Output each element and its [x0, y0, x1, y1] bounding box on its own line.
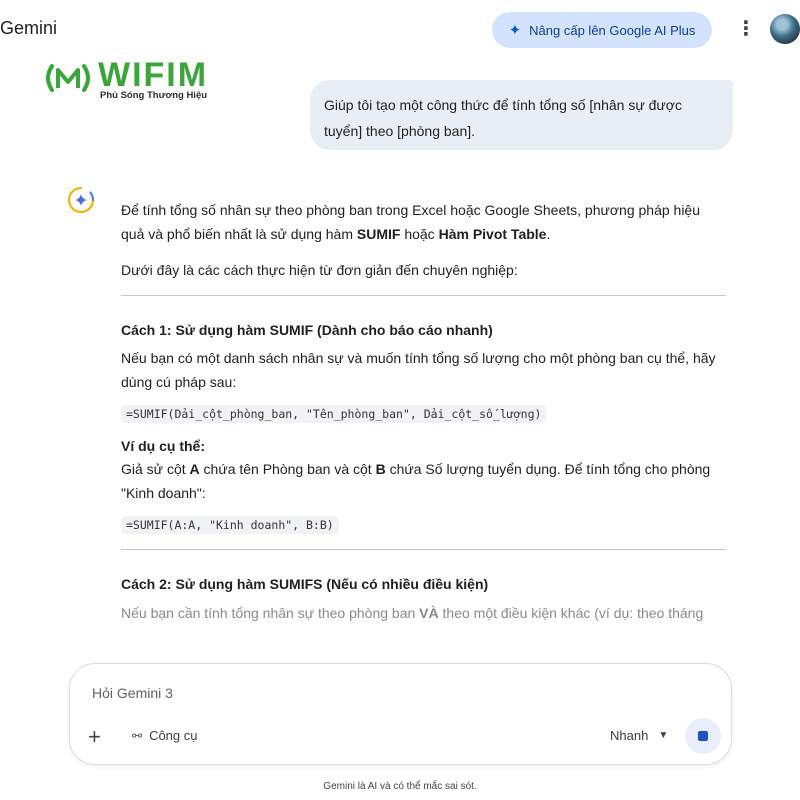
sparkle-icon: ✦	[508, 22, 522, 39]
intro-bold-pivot: Hàm Pivot Table	[438, 226, 547, 242]
disclaimer: Gemini là AI và có thể mắc sai sót.	[323, 781, 477, 792]
method1-heading: Cách 1: Sử dụng hàm SUMIF (Dành cho báo …	[121, 322, 493, 338]
gemini-spark-icon	[67, 186, 95, 214]
response-intro: Để tính tổng số nhân sự theo phòng ban t…	[121, 198, 726, 246]
method1-code-row: =SUMIF(Dải_cột_phòng_ban, "Tên_phòng_ban…	[121, 405, 726, 423]
prompt-composer[interactable]: Hỏi Gemini 3 + ⚯ Công cụ Nhanh ▼	[69, 663, 732, 765]
top-bar: Gemini ✦ Nâng cấp lên Google AI Plus ⋮	[0, 0, 800, 58]
method2-text-2: theo một điều kiện khác (ví dụ: theo thá…	[438, 605, 704, 621]
response-lead: Dưới đây là các cách thực hiện từ đơn gi…	[121, 262, 518, 278]
more-options-icon[interactable]: ⋮	[736, 18, 756, 42]
stop-button[interactable]	[685, 718, 721, 754]
assistant-response: Để tính tổng số nhân sự theo phòng ban t…	[121, 198, 726, 625]
example-code-row: =SUMIF(A:A, "Kinh doanh", B:B)	[121, 516, 726, 534]
logo-mark-icon	[46, 64, 90, 92]
example-col-b: B	[375, 461, 386, 477]
brand-logo: WIFIM Phủ Sóng Thương Hiệu	[44, 56, 254, 104]
user-message-bubble: Giúp tôi tạo một công thức để tính tổng …	[310, 80, 733, 150]
method1-text: Nếu bạn có một danh sách nhân sự và muốn…	[121, 350, 716, 390]
model-speed-selector[interactable]: Nhanh ▼	[610, 728, 668, 743]
prompt-input[interactable]: Hỏi Gemini 3	[92, 685, 173, 701]
app-title[interactable]: Gemini	[0, 18, 57, 39]
tools-icon: ⚯	[132, 728, 143, 743]
intro-mid: hoặc	[400, 226, 439, 242]
example-text-2: chứa tên Phòng ban và cột	[199, 461, 376, 477]
chevron-down-icon: ▼	[658, 730, 669, 741]
example-text: Giả sử cột A chứa tên Phòng ban và cột B…	[121, 457, 726, 505]
method2-heading: Cách 2: Sử dụng hàm SUMIFS (Nếu có nhiều…	[121, 576, 489, 592]
avatar[interactable]	[770, 14, 800, 44]
divider	[121, 549, 726, 550]
upgrade-label: Nâng cấp lên Google AI Plus	[529, 22, 696, 38]
intro-bold-sumif: SUMIF	[356, 226, 401, 242]
method2-text-1: Nếu bạn cần tính tổng nhân sự theo phòng…	[121, 605, 420, 621]
example-heading: Ví dụ cụ thể:	[121, 438, 205, 454]
method2-text: Nếu bạn cần tính tổng nhân sự theo phòng…	[121, 601, 726, 625]
tools-label: Công cụ	[149, 728, 198, 743]
upgrade-button[interactable]: ✦ Nâng cấp lên Google AI Plus	[492, 12, 712, 48]
add-icon[interactable]: +	[88, 724, 101, 750]
user-message-text: Giúp tôi tạo một công thức để tính tổng …	[324, 97, 682, 139]
speed-label: Nhanh	[610, 728, 649, 743]
intro-end: .	[546, 226, 551, 242]
example-col-a: A	[189, 461, 200, 477]
example-text-1: Giả sử cột	[121, 461, 190, 477]
stop-icon	[698, 731, 708, 741]
example-code[interactable]: =SUMIF(A:A, "Kinh doanh", B:B)	[121, 516, 339, 534]
method2-bold: VÀ	[419, 605, 439, 621]
logo-tagline: Phủ Sóng Thương Hiệu	[100, 90, 208, 101]
method1-code[interactable]: =SUMIF(Dải_cột_phòng_ban, "Tên_phòng_ban…	[121, 405, 547, 423]
tools-button[interactable]: ⚯ Công cụ	[132, 728, 197, 743]
divider	[121, 295, 726, 296]
